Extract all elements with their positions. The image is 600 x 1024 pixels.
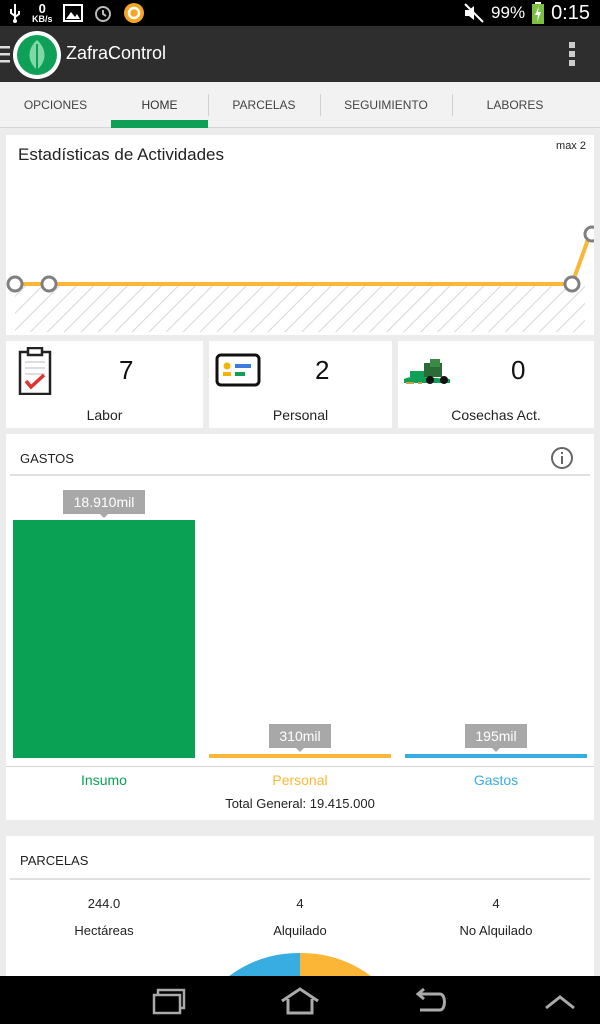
mute-icon xyxy=(464,3,484,23)
personal-value-label: 310mil xyxy=(269,724,331,752)
bar-gastos xyxy=(405,754,587,758)
labor-count: 7 xyxy=(119,355,134,385)
tab-label: LABORES xyxy=(486,98,544,112)
system-nav-bar xyxy=(0,976,600,1024)
gastos-title: GASTOS xyxy=(20,451,74,466)
tab-parcelas[interactable]: PARCELAS xyxy=(208,82,320,128)
hectareas-label: Hectáreas xyxy=(74,923,134,938)
app-logo-icon[interactable] xyxy=(12,30,62,80)
chart-point xyxy=(40,275,58,293)
app-notification-icon xyxy=(123,3,144,23)
category-gastos: Gastos xyxy=(473,772,519,788)
no-alquilado-value: 4 xyxy=(492,896,500,911)
tab-label: PARCELAS xyxy=(232,98,296,112)
battery-icon xyxy=(532,2,545,24)
activity-line-chart xyxy=(6,225,594,332)
activity-line-series xyxy=(15,230,594,286)
tab-label: OPCIONES xyxy=(23,98,88,112)
app-bar: ZafraControl xyxy=(0,26,600,82)
chevron-up-icon[interactable] xyxy=(542,992,578,1012)
activity-stats-card: Estadísticas de Actividades max 2 xyxy=(6,135,594,335)
drawer-menu-icon[interactable] xyxy=(0,43,10,65)
active-tab-indicator xyxy=(111,120,208,128)
chart-axis-line xyxy=(6,766,594,767)
category-personal: Personal xyxy=(272,772,328,788)
chart-baseline-area xyxy=(15,284,585,332)
app-title: ZafraControl xyxy=(66,43,167,63)
home-icon[interactable] xyxy=(278,986,322,1016)
harvest-counter-card[interactable]: 0 Cosechas Act. xyxy=(398,341,594,428)
chart-point xyxy=(583,225,594,243)
personal-count: 2 xyxy=(315,355,330,385)
gastos-total: Total General: 19.415.000 xyxy=(225,796,375,811)
overflow-menu-icon[interactable] xyxy=(568,41,576,67)
no-alquilado-label: No Alquilado xyxy=(459,923,533,938)
battery-percent: 99% xyxy=(491,3,526,22)
personal-label: Personal xyxy=(272,407,329,423)
alquilado-value: 4 xyxy=(296,896,304,911)
harvest-count: 0 xyxy=(511,355,526,385)
tab-bar: OPCIONES HOME PARCELAS SEGUIMIENTO LABOR… xyxy=(0,82,600,128)
gastos-card: GASTOS 18.910mil 310mil 195mil Insumo Pe… xyxy=(6,434,594,820)
back-icon[interactable] xyxy=(410,986,450,1016)
clipboard-check-icon xyxy=(18,347,52,395)
parcelas-pie-chart xyxy=(229,952,371,976)
network-speed-unit: KB/s xyxy=(32,14,53,24)
clock: 0:15 xyxy=(551,1,590,24)
pie-slice-no-alquilado xyxy=(300,952,371,976)
tab-label: SEGUIMIENTO xyxy=(344,98,428,112)
parcelas-divider xyxy=(10,878,590,880)
parcelas-title: PARCELAS xyxy=(20,853,89,868)
tab-label: HOME xyxy=(141,98,178,112)
network-speed: 0 KB/s xyxy=(32,2,53,24)
tab-opciones[interactable]: OPCIONES xyxy=(0,82,111,128)
harvester-icon xyxy=(404,359,450,384)
alarm-icon xyxy=(94,6,111,22)
harvest-label: Cosechas Act. xyxy=(451,407,541,423)
usb-icon xyxy=(10,4,20,23)
insumo-value-label: 18.910mil xyxy=(63,490,145,518)
gastos-value-label: 195mil xyxy=(465,724,527,752)
pie-slice-alquilado xyxy=(229,952,300,976)
recent-apps-icon[interactable] xyxy=(150,986,190,1016)
personal-counter-card[interactable]: 2 Personal xyxy=(209,341,392,428)
chart-point xyxy=(563,275,581,293)
hectareas-value: 244.0 xyxy=(87,896,121,911)
tab-labores[interactable]: LABORES xyxy=(452,82,578,128)
bar-personal xyxy=(209,754,391,758)
labor-counter-card[interactable]: 7 Labor xyxy=(6,341,203,428)
tab-seguimiento[interactable]: SEGUIMIENTO xyxy=(320,82,452,128)
parcelas-card: PARCELAS 244.0 Hectáreas 4 Alquilado 4 N… xyxy=(6,836,594,976)
info-icon[interactable] xyxy=(550,446,574,470)
category-insumo: Insumo xyxy=(81,772,127,788)
bar-insumo xyxy=(13,520,195,758)
id-card-icon xyxy=(215,353,261,387)
gallery-icon xyxy=(62,4,83,22)
status-bar: 0 KB/s 99% 0:15 xyxy=(0,0,600,26)
labor-label: Labor xyxy=(86,407,123,423)
alquilado-label: Alquilado xyxy=(273,923,327,938)
chart-point xyxy=(6,275,24,293)
